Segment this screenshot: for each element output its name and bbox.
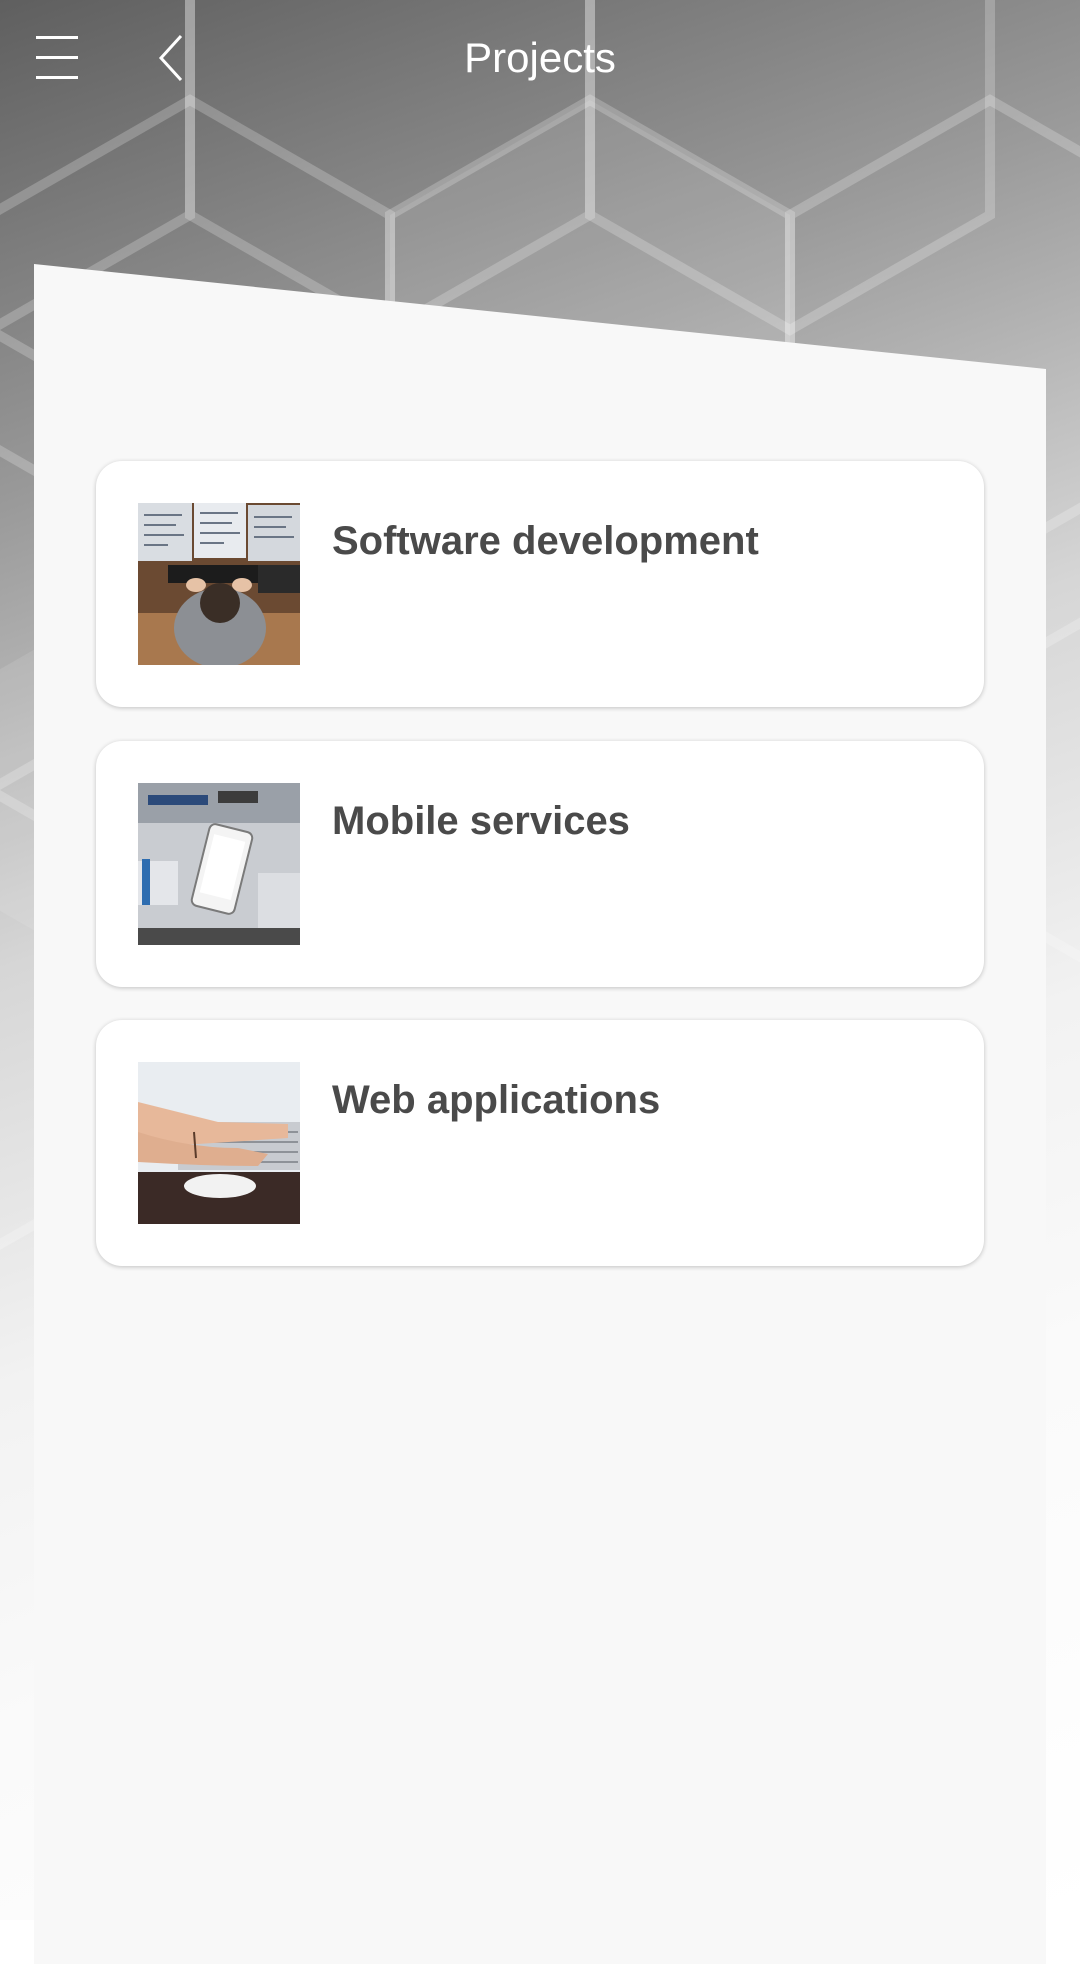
back-button[interactable]	[135, 20, 215, 92]
developer-at-multiple-monitors-photo	[138, 503, 300, 665]
project-card-web-applications[interactable]: Web applications	[96, 1020, 984, 1266]
project-label: Software development	[332, 519, 759, 563]
project-label: Web applications	[332, 1078, 661, 1122]
chevron-left-icon	[158, 34, 183, 82]
project-card-software-development[interactable]: Software development	[96, 461, 984, 707]
project-label: Mobile services	[332, 799, 630, 843]
page-title: Projects	[464, 34, 616, 81]
hands-typing-on-laptop-photo	[138, 1062, 300, 1224]
menu-button[interactable]	[18, 20, 98, 92]
smartphone-repair-photo	[138, 783, 300, 945]
project-card-mobile-services[interactable]: Mobile services	[96, 741, 984, 987]
app-header: Projects	[0, 0, 1080, 115]
hamburger-menu-icon	[36, 36, 78, 79]
